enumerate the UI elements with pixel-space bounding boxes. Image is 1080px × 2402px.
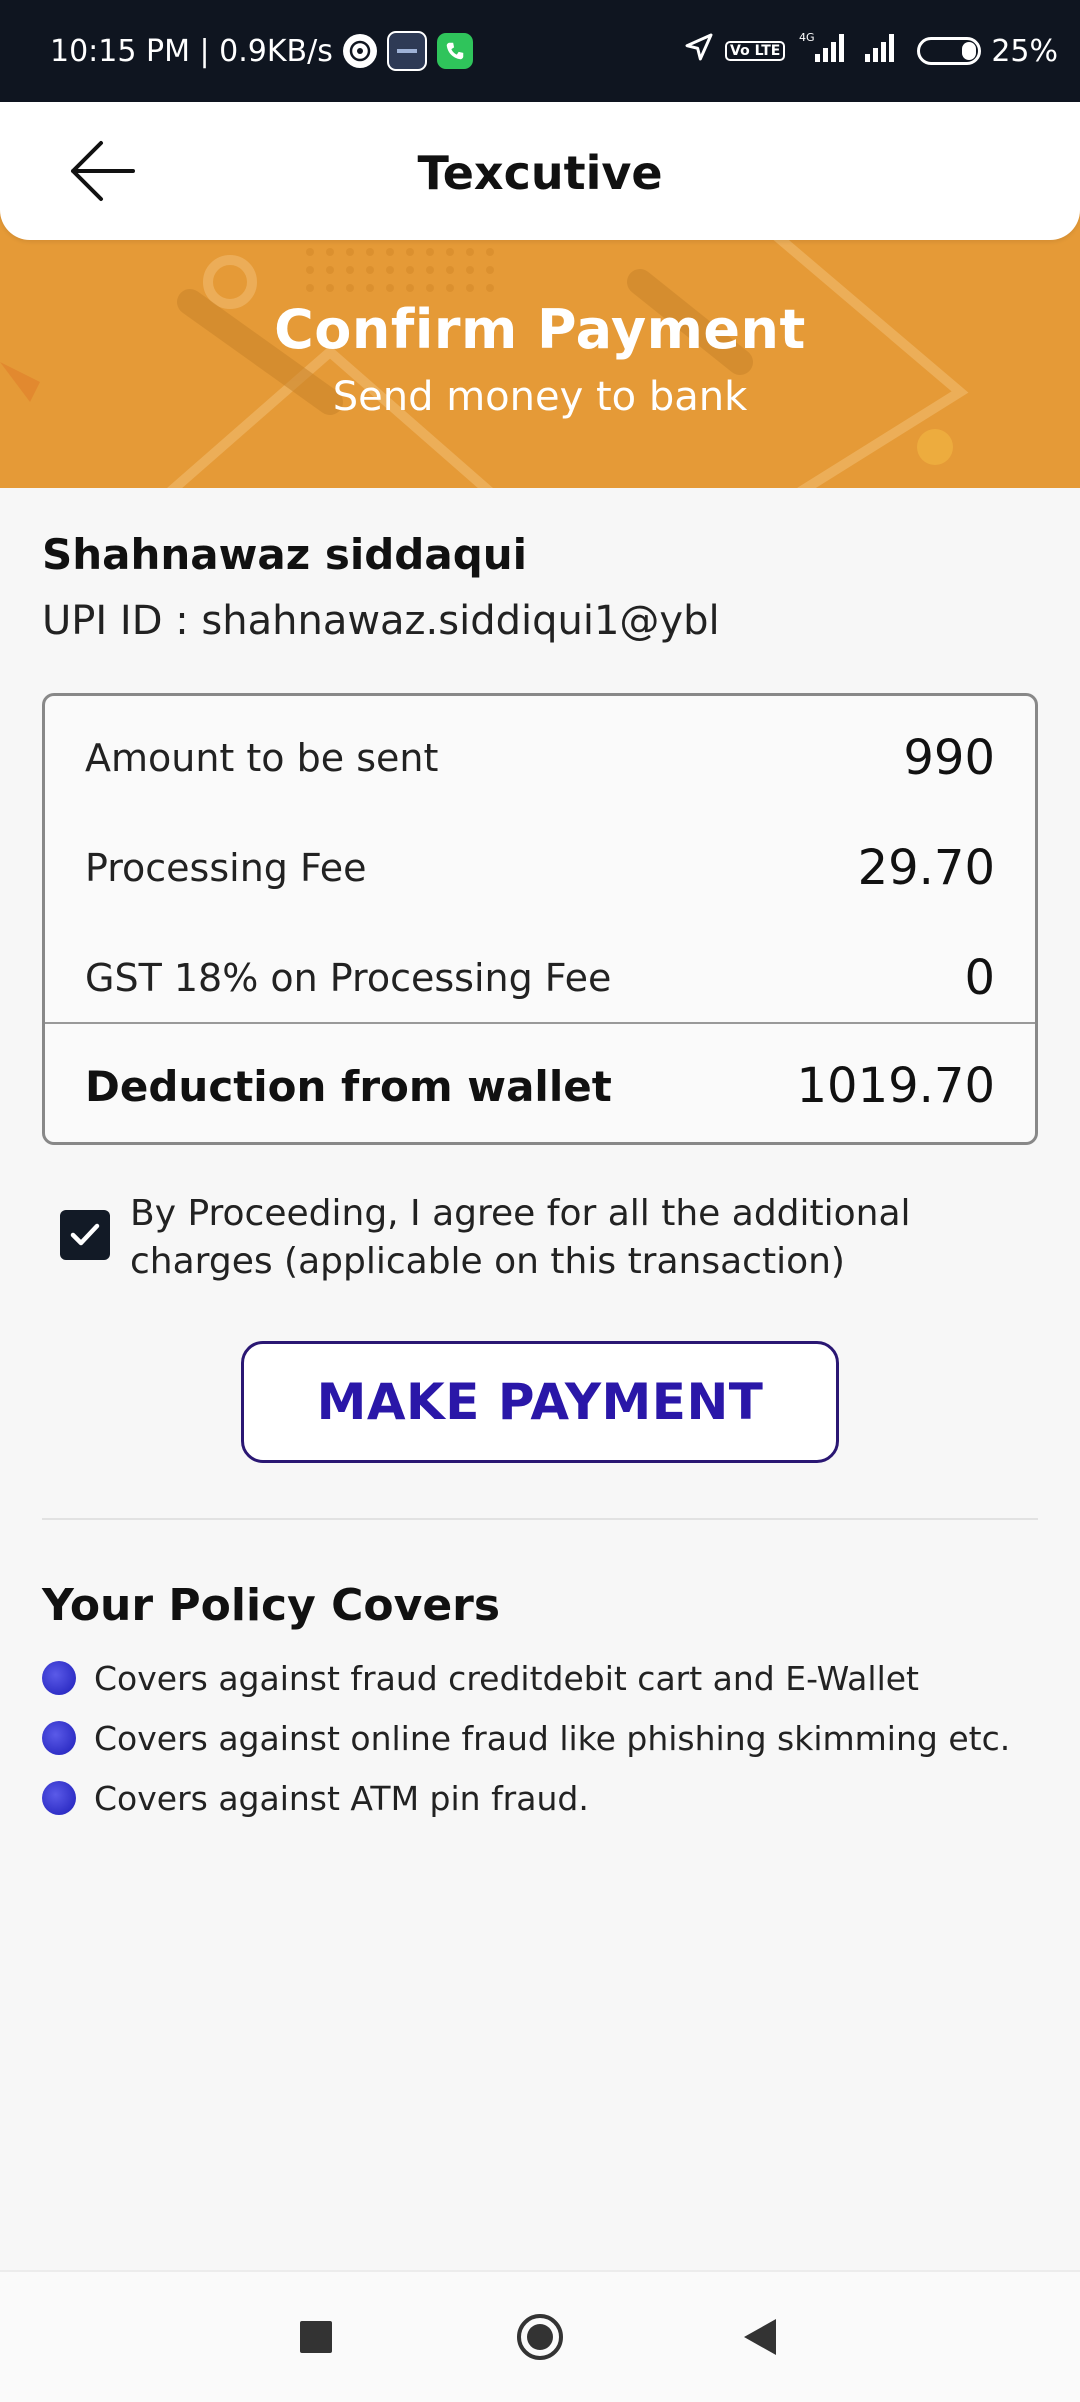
total-label: Deduction from wallet bbox=[85, 1061, 612, 1111]
payment-app-icon bbox=[386, 31, 427, 71]
summary-label: Amount to be sent bbox=[85, 736, 439, 780]
policy-title: Your Policy Covers bbox=[42, 1580, 501, 1631]
payment-summary-card: Amount to be sent 990 Processing Fee 29.… bbox=[42, 693, 1038, 1145]
whatsapp-icon bbox=[342, 34, 377, 68]
square-icon bbox=[300, 2321, 332, 2353]
make-payment-button[interactable]: MAKE PAYMENT bbox=[241, 1341, 839, 1463]
summary-value: 990 bbox=[903, 730, 995, 786]
summary-row-total: Deduction from wallet 1019.70 bbox=[45, 1056, 1035, 1116]
agreement-text: By Proceeding, I agree for all the addit… bbox=[130, 1193, 911, 1282]
agreement-row: By Proceeding, I agree for all the addit… bbox=[60, 1190, 1020, 1286]
volte-icon: Vo LTE bbox=[725, 41, 786, 61]
summary-divider bbox=[45, 1022, 1035, 1024]
signal-icon bbox=[861, 30, 907, 72]
signal-4g-icon: 4G bbox=[795, 30, 851, 72]
summary-row-gst: GST 18% on Processing Fee 0 bbox=[45, 948, 1035, 1008]
back-nav-button[interactable] bbox=[700, 2272, 820, 2402]
status-bar: 10:15 PM | 0.9KB/s Vo LTE 4G 25% bbox=[0, 0, 1080, 102]
bullet-icon bbox=[42, 1721, 76, 1755]
summary-value: 0 bbox=[964, 950, 995, 1006]
hero-subtitle: Send money to bank bbox=[332, 374, 748, 420]
phone-icon bbox=[436, 33, 473, 69]
list-item: Covers against ATM pin fraud. bbox=[42, 1768, 1010, 1828]
recent-apps-button[interactable] bbox=[256, 2272, 376, 2402]
system-navigation-bar bbox=[0, 2270, 1080, 2402]
location-icon bbox=[683, 31, 715, 71]
policy-list: Covers against fraud creditdebit cart an… bbox=[42, 1648, 1010, 1828]
bullet-icon bbox=[42, 1661, 76, 1695]
app-bar: Texcutive bbox=[0, 102, 1080, 240]
policy-item-text: Covers against fraud creditdebit cart an… bbox=[94, 1658, 919, 1698]
payee-name: Shahnawaz siddaqui bbox=[42, 530, 528, 579]
summary-value: 29.70 bbox=[857, 840, 995, 896]
app-title: Texcutive bbox=[417, 146, 663, 200]
checkmark-icon bbox=[70, 1223, 100, 1246]
summary-label: Processing Fee bbox=[85, 846, 367, 890]
summary-row-processing-fee: Processing Fee 29.70 bbox=[45, 838, 1035, 898]
summary-label: GST 18% on Processing Fee bbox=[85, 956, 612, 1000]
list-item: Covers against online fraud like phishin… bbox=[42, 1708, 1010, 1768]
battery-icon bbox=[917, 37, 982, 65]
payee-upi-id: UPI ID : shahnawaz.siddiqui1@ybl bbox=[42, 598, 720, 644]
home-circle-icon bbox=[517, 2314, 563, 2360]
total-value: 1019.70 bbox=[796, 1058, 996, 1114]
policy-item-text: Covers against online fraud like phishin… bbox=[94, 1718, 1011, 1758]
triangle-back-icon bbox=[744, 2319, 776, 2355]
status-bar-left: 10:15 PM | 0.9KB/s bbox=[50, 31, 473, 71]
policy-item-text: Covers against ATM pin fraud. bbox=[94, 1778, 589, 1818]
battery-percent: 25% bbox=[991, 33, 1058, 69]
summary-row-amount: Amount to be sent 990 bbox=[45, 728, 1035, 788]
section-divider bbox=[42, 1518, 1038, 1520]
status-time-speed: 10:15 PM | 0.9KB/s bbox=[50, 33, 333, 69]
home-button[interactable] bbox=[480, 2272, 600, 2402]
status-bar-right: Vo LTE 4G 25% bbox=[683, 30, 1058, 72]
svg-text:4G: 4G bbox=[799, 31, 815, 44]
hero-title: Confirm Payment bbox=[274, 298, 806, 361]
bullet-icon bbox=[42, 1781, 76, 1815]
agreement-checkbox[interactable] bbox=[60, 1210, 110, 1260]
list-item: Covers against fraud creditdebit cart an… bbox=[42, 1648, 1010, 1708]
